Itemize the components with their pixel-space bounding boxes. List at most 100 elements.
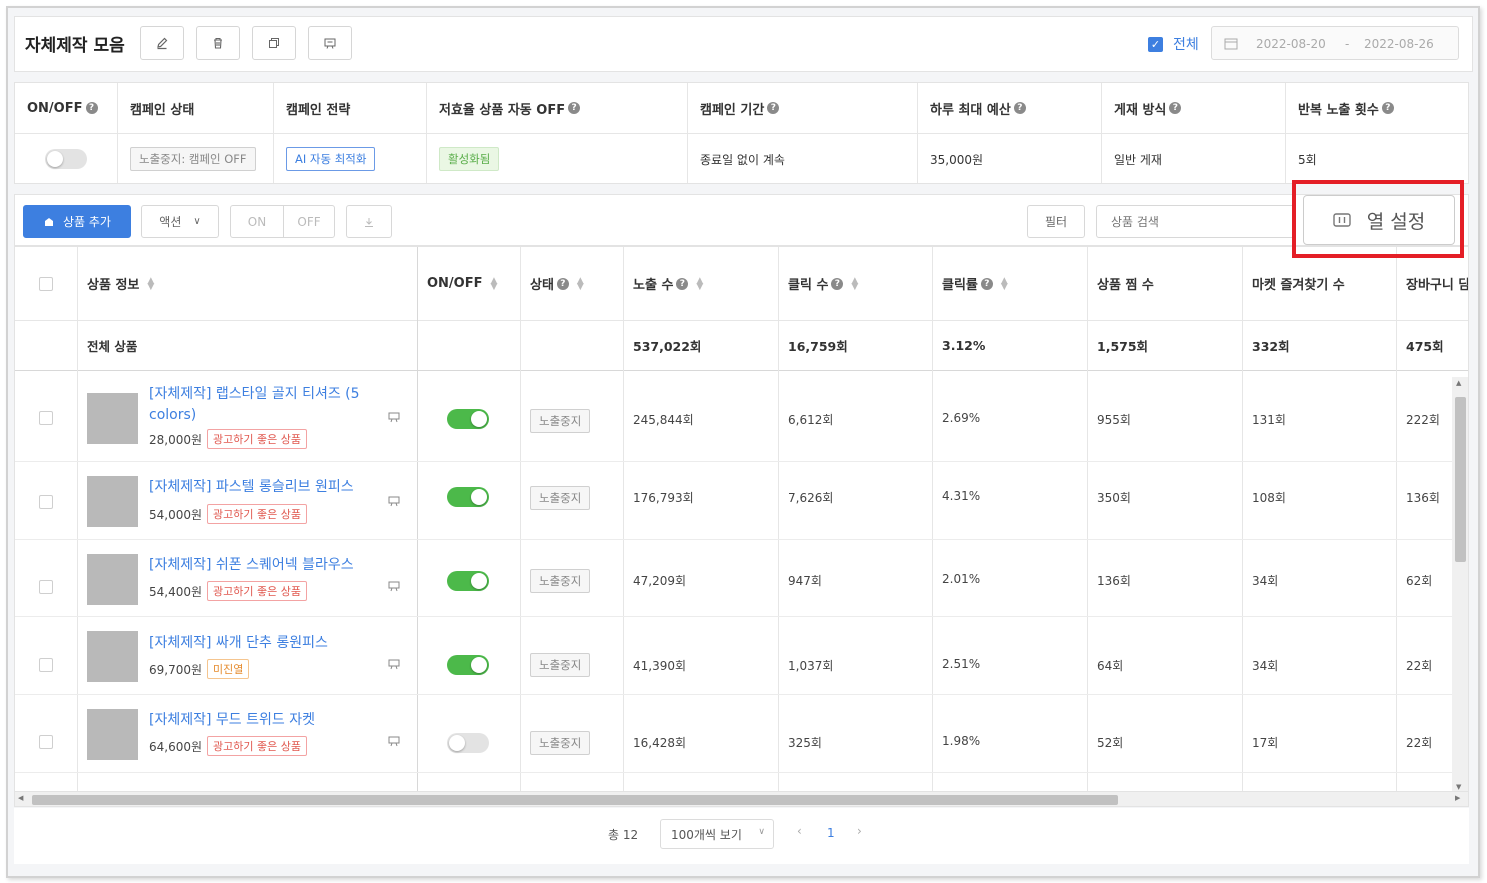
row-status-tag: 노출중지 [530,569,591,593]
row-status-tag: 노출중지 [530,486,591,510]
campaign-budget-value: 35,000원 [930,152,984,167]
row-favorites: 34회 [1252,659,1279,673]
on-label: ON [247,214,267,229]
download-button[interactable] [346,205,392,238]
product-tag: 미진열 [207,659,250,679]
vertical-scroll-thumb[interactable] [1455,397,1466,562]
sort-icon: ▲ ▼ [147,275,155,292]
scroll-down-icon[interactable]: ▼ [1456,783,1461,791]
row-toggle[interactable] [447,655,489,675]
row-checkbox[interactable] [39,495,53,509]
action-dropdown[interactable]: 액션 ∨ [141,205,219,238]
scroll-up-icon[interactable]: ▲ [1456,379,1461,387]
row-impressions: 176,793회 [633,491,694,505]
help-icon[interactable]: ? [556,277,569,290]
copy-button[interactable] [252,26,296,60]
prev-page-icon[interactable]: ‹ [797,824,802,838]
off-label: OFF [297,214,321,229]
row-likes: 136회 [1097,574,1131,588]
ad-icon[interactable] [388,735,400,750]
column-header[interactable]: ON/OFF ▲ ▼ [417,247,520,321]
product-thumbnail [87,393,138,444]
filter-button[interactable]: 필터 [1027,205,1085,238]
campaign-header-status: 캠페인 상태 [118,83,273,134]
row-ctr: 4.31% [942,489,981,503]
page-number[interactable]: 1 [827,826,835,840]
row-ctr: 2.51% [942,657,981,671]
edit-icon [157,37,168,50]
per-page-label: 100개씩 보기 [671,827,742,842]
row-favorites: 34회 [1252,574,1279,588]
copy-icon [269,38,279,48]
column-header[interactable]: 노출 수? ▲ ▼ [623,247,778,321]
off-button[interactable]: OFF [283,205,335,238]
ad-icon[interactable] [388,411,400,426]
help-icon[interactable]: ? [767,102,780,114]
delete-button[interactable] [196,26,240,60]
ad-icon[interactable] [388,580,400,595]
column-header[interactable]: 상태? ▲ ▼ [520,247,623,321]
add-product-button[interactable]: 상품 추가 [23,205,131,238]
column-header[interactable]: 장바구니 담 [1396,247,1468,321]
row-toggle[interactable] [447,571,489,591]
scroll-left-icon[interactable]: ◀ [18,794,23,802]
campaign-toggle[interactable] [45,149,87,169]
help-icon[interactable]: ? [1169,102,1182,114]
total-likes: 1,575회 [1087,321,1242,371]
product-name-link[interactable]: [자체제작] 싸개 단추 롱원피스 [149,633,385,654]
chevron-down-icon: ∨ [758,827,765,837]
column-header[interactable]: 클릭률? ▲ ▼ [932,247,1087,321]
horizontal-scroll-thumb[interactable] [32,795,1118,805]
row-likes: 52회 [1097,736,1124,750]
column-header[interactable]: 마켓 즐겨찾기 수 [1242,247,1396,321]
column-header[interactable]: 클릭 수? ▲ ▼ [778,247,932,321]
ad-icon[interactable] [388,658,400,673]
row-toggle[interactable] [447,409,489,429]
product-price: 64,600원 [149,739,203,754]
row-toggle[interactable] [447,487,489,507]
total-favorites: 332회 [1242,321,1396,371]
row-checkbox[interactable] [39,580,53,594]
campaign-col-repeat: 반복 노출 횟수? 5회 [1286,83,1468,183]
row-ctr: 1.98% [942,734,981,748]
help-icon[interactable]: ? [568,102,581,114]
ad-button[interactable] [308,26,352,60]
next-page-icon[interactable]: › [857,824,862,838]
per-page-select[interactable]: 100개씩 보기 ∨ [660,819,774,849]
product-name-link[interactable]: [자체제작] 랩스타일 골지 티셔즈 (5 colors) [149,384,385,426]
ad-icon[interactable] [388,495,400,510]
app-window: 자체제작 모음 ✓ 전체 2022-08-20 - 2022-08-26 ON/… [6,6,1480,878]
page-header: 자체제작 모음 ✓ 전체 2022-08-20 - 2022-08-26 [14,16,1473,72]
scroll-right-icon[interactable]: ▶ [1455,794,1460,802]
product-name-link[interactable]: [자체제작] 무드 트위드 자켓 [149,710,385,731]
chevron-down-icon: ∨ [193,216,201,227]
product-name-link[interactable]: [자체제작] 파스텔 롱슬리브 원피스 [149,477,385,498]
campaign-delivery-value: 일반 게재 [1114,152,1162,167]
help-icon[interactable]: ? [980,277,993,290]
row-checkbox[interactable] [39,658,53,672]
row-status-tag: 노출중지 [530,731,591,755]
column-header[interactable]: 상품 찜 수 [1087,247,1242,321]
row-checkbox[interactable] [39,411,53,425]
row-toggle[interactable] [447,733,489,753]
help-icon[interactable]: ? [1013,102,1026,114]
all-checkbox[interactable]: ✓ [1148,37,1163,52]
help-icon[interactable]: ? [85,102,98,114]
edit-button[interactable] [140,26,184,60]
campaign-header-strategy: 캠페인 전략 [274,83,426,134]
help-icon[interactable]: ? [1381,102,1394,114]
on-button[interactable]: ON [230,205,284,238]
check-icon: ✓ [1150,38,1161,51]
product-search-input[interactable] [1096,205,1296,238]
product-name-link[interactable]: [자체제작] 쉬폰 스퀘어넥 블라우스 [149,555,385,576]
row-checkbox[interactable] [39,735,53,749]
row-likes: 64회 [1097,659,1124,673]
date-range-picker[interactable]: 2022-08-20 - 2022-08-26 [1211,26,1459,60]
row-favorites: 131회 [1252,413,1286,427]
help-icon[interactable]: ? [676,277,689,290]
column-header[interactable]: 상품 정보 ▲ ▼ [77,247,417,321]
sort-icon: ▲ ▼ [696,275,704,292]
select-all-checkbox[interactable] [39,276,53,291]
help-icon[interactable]: ? [831,277,844,290]
product-price: 28,000원 [149,432,203,447]
